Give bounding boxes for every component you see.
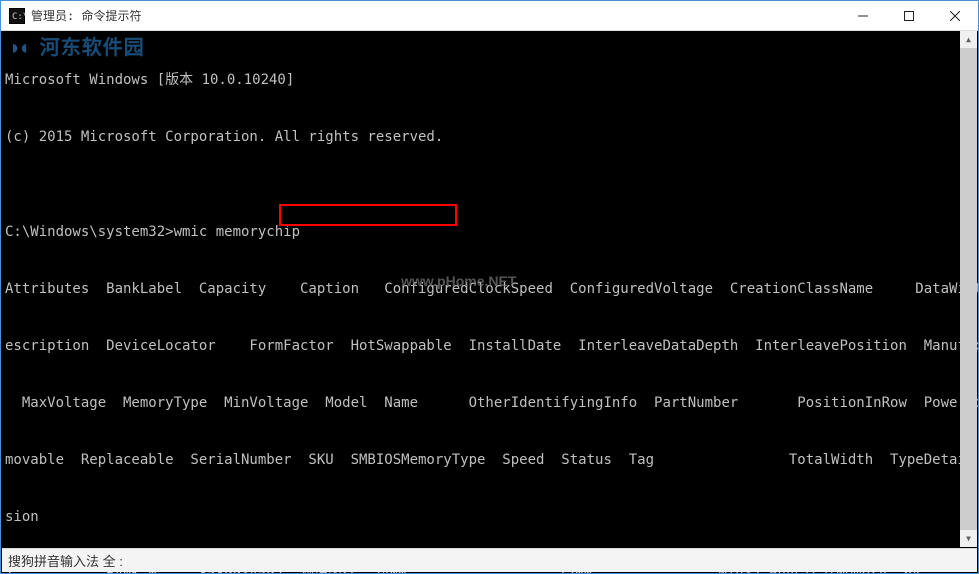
- window-controls: [840, 1, 978, 30]
- terminal-output[interactable]: Microsoft Windows [版本 10.0.10240] (c) 20…: [1, 31, 978, 573]
- title-area: C:\ 管理员: 命令提示符: [1, 7, 141, 24]
- ime-text: 搜狗拼音输入法 全 :: [8, 551, 123, 570]
- close-button[interactable]: [932, 1, 978, 30]
- terminal-line: C:\Windows\system32>wmic memorychip: [5, 223, 974, 242]
- cmd-icon: C:\: [9, 8, 25, 24]
- scroll-track[interactable]: [960, 48, 977, 530]
- window-title: 管理员: 命令提示符: [31, 7, 141, 24]
- minimize-button[interactable]: [840, 1, 886, 30]
- terminal-line: Microsoft Windows [版本 10.0.10240]: [5, 71, 974, 90]
- svg-text:C:\: C:\: [12, 12, 25, 22]
- maximize-button[interactable]: [886, 1, 932, 30]
- terminal-line: (c) 2015 Microsoft Corporation. All righ…: [5, 128, 974, 147]
- scroll-down-button[interactable]: ▼: [960, 530, 977, 547]
- terminal-line: sion: [5, 508, 974, 527]
- terminal-line: escription DeviceLocator FormFactor HotS…: [5, 337, 974, 356]
- titlebar[interactable]: C:\ 管理员: 命令提示符: [1, 1, 978, 31]
- ime-status-bar: 搜狗拼音输入法 全 :: [2, 548, 977, 572]
- scroll-up-button[interactable]: ▲: [960, 31, 977, 48]
- terminal-line: MaxVoltage MemoryType MinVoltage Model N…: [5, 394, 974, 413]
- scroll-thumb[interactable]: [960, 48, 977, 530]
- command-prompt-window: C:\ 管理员: 命令提示符 Microsoft Windows [版本 10.…: [0, 0, 979, 574]
- terminal-line: movable Replaceable SerialNumber SKU SMB…: [5, 451, 974, 470]
- terminal-line: Attributes BankLabel Capacity Caption Co…: [5, 280, 974, 299]
- vertical-scrollbar[interactable]: ▲ ▼: [960, 31, 977, 547]
